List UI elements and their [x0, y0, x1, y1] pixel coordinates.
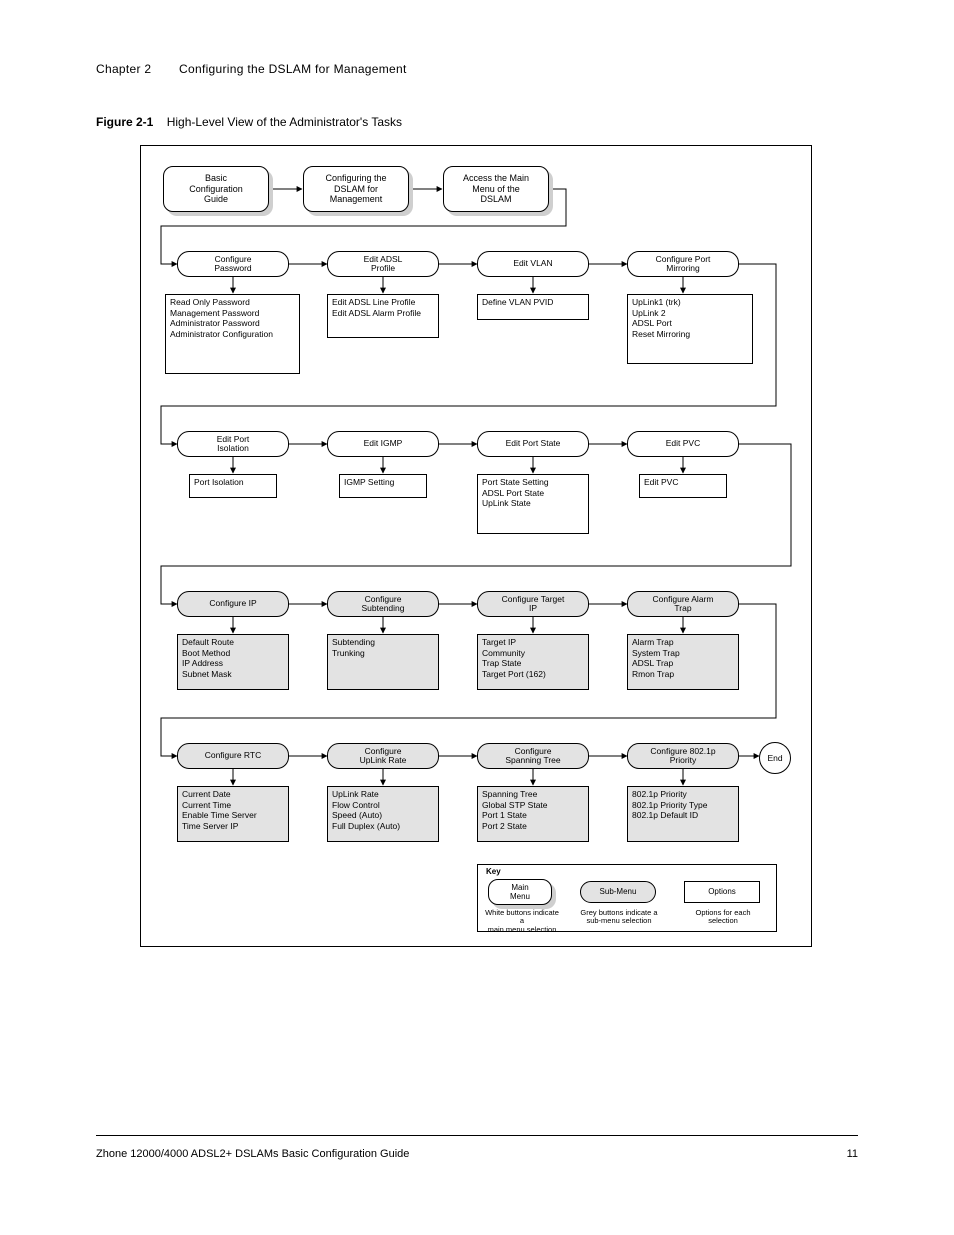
options-edit-port-isolation: Port Isolation [189, 474, 277, 498]
options-configure-spanning-tree: Spanning TreeGlobal STP StatePort 1 Stat… [477, 786, 589, 842]
figure-caption-text: High-Level View of the Administrator's T… [167, 115, 402, 129]
options-edit-igmp: IGMP Setting [339, 474, 427, 498]
submenu-configure-port-mirroring: Configure PortMirroring [627, 251, 739, 277]
submenu-configure-target-ip: Configure TargetIP [477, 591, 589, 617]
figure-number: Figure 2-1 [96, 115, 153, 129]
options-configure-port-mirroring: UpLink1 (trk)UpLink 2ADSL PortReset Mirr… [627, 294, 753, 364]
mainmenu-button-label: Access the MainMenu of theDSLAM [443, 166, 549, 212]
legend-box: Key MainMenu White buttons indicate amai… [477, 864, 777, 932]
options-edit-pvc: Edit PVC [639, 474, 727, 498]
submenu-edit-pvc: Edit PVC [627, 431, 739, 457]
submenu-configure-uplink-rate: ConfigureUpLink Rate [327, 743, 439, 769]
mainmenu-button-label: Configuring theDSLAM forManagement [303, 166, 409, 212]
options-edit-port-state: Port State SettingADSL Port StateUpLink … [477, 474, 589, 534]
options-configure-rtc: Current DateCurrent TimeEnable Time Serv… [177, 786, 289, 842]
mainmenu-button-label: BasicConfigurationGuide [163, 166, 269, 212]
legend-title: Key [486, 868, 501, 877]
page-header: Chapter 2 Configuring the DSLAM for Mana… [96, 62, 407, 76]
submenu-edit-port-state: Edit Port State [477, 431, 589, 457]
submenu-configure-spanning-tree: ConfigureSpanning Tree [477, 743, 589, 769]
legend-options-caption: Options for eachselection [682, 909, 764, 926]
mainmenu-button-basic-guide: BasicConfigurationGuide [163, 166, 269, 212]
figure-caption: Figure 2-1 High-Level View of the Admini… [96, 115, 402, 129]
mainmenu-button-access-menu: Access the MainMenu of theDSLAM [443, 166, 549, 212]
legend-mainmenu-label: MainMenu [488, 879, 552, 905]
submenu-configure-rtc: Configure RTC [177, 743, 289, 769]
end-node: End [759, 742, 791, 774]
mainmenu-button-config-dslam: Configuring theDSLAM forManagement [303, 166, 409, 212]
submenu-edit-port-isolation: Edit PortIsolation [177, 431, 289, 457]
legend-submenu-sample: Sub-Menu [580, 881, 656, 903]
submenu-configure-subtending: ConfigureSubtending [327, 591, 439, 617]
legend-options-sample: Options [684, 881, 760, 903]
options-configure-ip: Default RouteBoot MethodIP AddressSubnet… [177, 634, 289, 690]
submenu-edit-adsl-profile: Edit ADSLProfile [327, 251, 439, 277]
footer-rule [96, 1135, 858, 1136]
options-configure-password: Read Only PasswordManagement PasswordAdm… [165, 294, 300, 374]
diagram-frame: BasicConfigurationGuide Configuring theD… [140, 145, 812, 947]
submenu-configure-ip: Configure IP [177, 591, 289, 617]
options-edit-adsl-profile: Edit ADSL Line ProfileEdit ADSL Alarm Pr… [327, 294, 439, 338]
legend-mainmenu-caption: White buttons indicate amain menu select… [482, 909, 562, 934]
footer-doc-title: Zhone 12000/4000 ADSL2+ DSLAMs Basic Con… [96, 1148, 409, 1160]
options-edit-vlan: Define VLAN PVID [477, 294, 589, 320]
legend-submenu-caption: Grey buttons indicate asub-menu selectio… [574, 909, 664, 926]
options-configure-uplink-rate: UpLink RateFlow ControlSpeed (Auto)Full … [327, 786, 439, 842]
options-configure-target-ip: Target IPCommunityTrap StateTarget Port … [477, 634, 589, 690]
chapter-title: Configuring the DSLAM for Management [179, 62, 407, 76]
options-configure-subtending: SubtendingTrunking [327, 634, 439, 690]
submenu-configure-alarm-trap: Configure AlarmTrap [627, 591, 739, 617]
options-configure-alarm-trap: Alarm TrapSystem TrapADSL TrapRmon Trap [627, 634, 739, 690]
submenu-configure-password: ConfigurePassword [177, 251, 289, 277]
options-configure-8021p: 802.1p Priority802.1p Priority Type802.1… [627, 786, 739, 842]
footer-page-number: 11 [847, 1148, 858, 1160]
submenu-edit-vlan: Edit VLAN [477, 251, 589, 277]
chapter-label: Chapter 2 [96, 62, 151, 76]
submenu-configure-8021p: Configure 802.1pPriority [627, 743, 739, 769]
legend-mainmenu-sample: MainMenu [488, 879, 552, 905]
submenu-edit-igmp: Edit IGMP [327, 431, 439, 457]
